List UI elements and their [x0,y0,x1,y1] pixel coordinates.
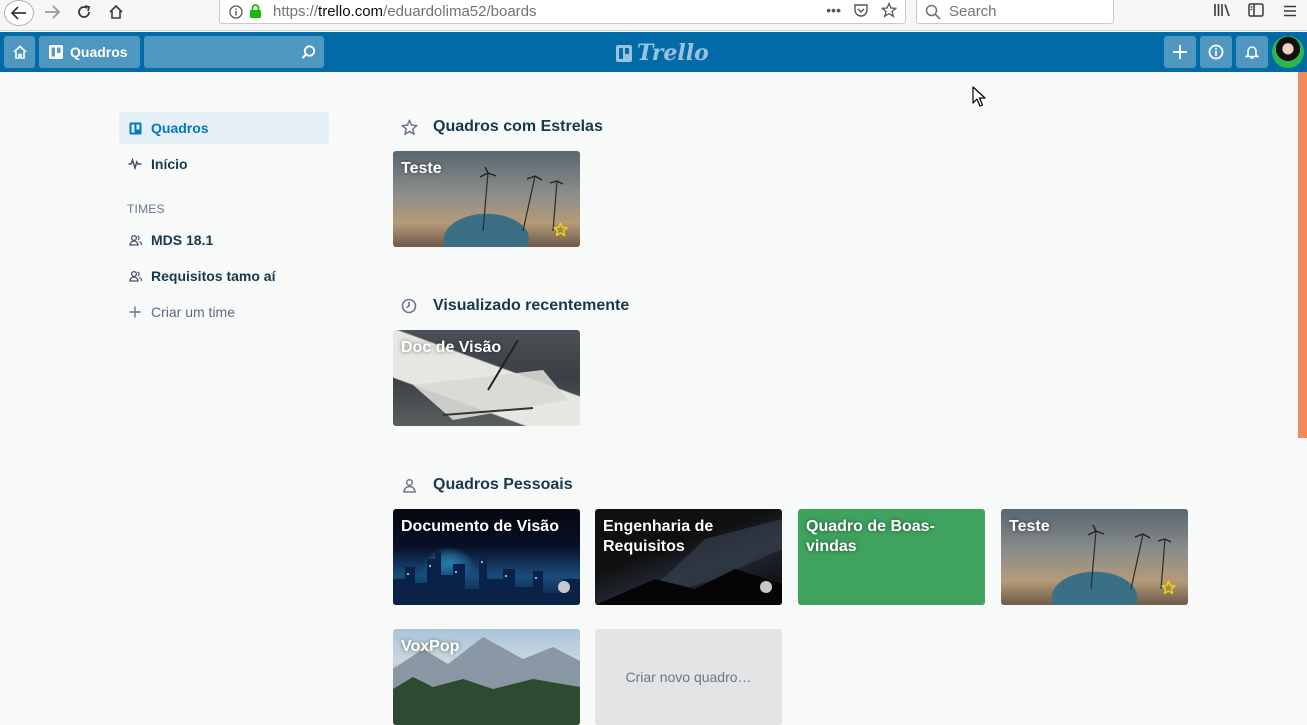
browser-search-box[interactable]: Search [916,0,1114,24]
trello-logo-mark [616,44,632,62]
menu-icon[interactable] [1273,4,1307,21]
sidebar-team-requisitos[interactable]: Requisitos tamo aí [119,260,329,292]
board-search-input[interactable] [144,36,324,68]
boards-button-label: Quadros [70,44,128,60]
team-icon [128,234,142,246]
info-button[interactable] [1200,36,1232,68]
teams-heading: TIMES [127,202,165,216]
arrow-right-icon [45,5,60,19]
bookmark-star-icon[interactable] [881,2,897,18]
board-name: Doc de Visão [401,339,502,356]
sidebar-item-label: Requisitos tamo aí [151,268,276,284]
home-button[interactable] [102,0,130,24]
section-title-text: Quadros Pessoais [433,476,573,493]
reload-icon [78,5,91,18]
url-actions: ••• [826,2,897,18]
pocket-icon[interactable] [853,2,869,18]
unread-indicator-icon [760,581,772,593]
url-text: https://trello.com/eduardolima52/boards [273,3,537,20]
person-icon [400,478,418,493]
clock-icon [400,298,418,314]
starred-section-title: Quadros com Estrelas [400,118,603,136]
sidebar-item-label: Início [151,156,188,172]
section-title-text: Quadros com Estrelas [433,118,603,135]
notifications-button[interactable] [1236,36,1268,68]
board-tile-teste[interactable]: Teste [1001,509,1188,605]
activity-icon [128,158,142,170]
board-name: Quadro de Boas-vindas [806,518,935,555]
arrow-left-icon [11,6,26,20]
home-icon [109,4,123,19]
bell-icon [1244,46,1260,59]
info-icon[interactable] [229,5,243,19]
library-icon[interactable] [1205,2,1239,22]
board-tile-voxpop[interactable]: VoxPop [393,629,580,725]
board-icon [128,122,142,135]
star-icon[interactable] [553,222,568,237]
sidebar-team-mds[interactable]: MDS 18.1 [119,224,329,256]
board-icon [49,45,63,59]
create-button[interactable] [1164,36,1196,68]
reload-button[interactable] [70,0,98,24]
search-icon [925,4,941,20]
board-tile-engenharia-de-requisitos[interactable]: Engenharia de Requisitos [595,509,782,605]
star-icon[interactable] [1161,580,1176,595]
plus-icon [128,306,142,318]
recent-section-title: Visualizado recentemente [400,297,629,315]
sidebar-item-boards[interactable]: Quadros [119,112,329,144]
create-board-label: Criar novo quadro… [625,669,752,685]
forward-button[interactable] [38,0,66,24]
sidebar-item-label: MDS 18.1 [151,232,214,248]
board-tile-documento-de-visao[interactable]: Documento de Visão [393,509,580,605]
board-tile-doc-de-visao[interactable]: Doc de Visão [393,330,580,426]
personal-section-title: Quadros Pessoais [400,476,573,494]
sidebar-toggle-icon[interactable] [1239,3,1273,21]
browser-search-placeholder: Search [949,3,997,20]
plus-icon [1173,45,1187,59]
create-board-tile[interactable]: Criar novo quadro… [595,629,782,725]
home-icon [12,45,27,59]
sidebar-item-home[interactable]: Início [119,148,329,180]
user-avatar[interactable] [1272,36,1304,68]
page-actions-icon[interactable]: ••• [826,2,841,18]
create-team-button[interactable]: Criar um time [119,296,329,328]
board-name: Engenharia de Requisitos [603,518,714,555]
home-button[interactable] [4,36,35,68]
star-outline-icon [400,119,418,136]
back-button[interactable] [4,0,34,26]
board-name: Documento de Visão [401,518,559,535]
sidebar-item-label: Quadros [151,120,209,136]
mouse-cursor-icon [972,86,986,107]
board-tile-quadro-de-boas-vindas[interactable]: Quadro de Boas-vindas [798,509,985,605]
create-team-label: Criar um time [151,304,236,320]
team-icon [128,270,142,282]
board-name: Teste [1009,518,1050,535]
browser-right-tools [1205,0,1307,24]
board-name: Teste [401,160,442,177]
search-icon [301,45,316,59]
trello-logo[interactable]: Trello [616,40,709,66]
url-bar[interactable]: https://trello.com/eduardolima52/boards … [219,0,906,24]
browser-toolbar: https://trello.com/eduardolima52/boards … [0,0,1307,31]
unread-indicator-icon [558,581,570,593]
trello-logo-text: Trello [637,40,709,66]
app-header: Quadros Trello [0,32,1307,72]
boards-button[interactable]: Quadros [39,36,140,68]
board-name: VoxPop [401,638,460,655]
info-icon [1208,44,1224,60]
lock-icon [250,4,261,18]
scrollbar-thumb[interactable] [1298,72,1307,438]
section-title-text: Visualizado recentemente [433,297,630,314]
board-tile-teste-starred[interactable]: Teste [393,151,580,247]
